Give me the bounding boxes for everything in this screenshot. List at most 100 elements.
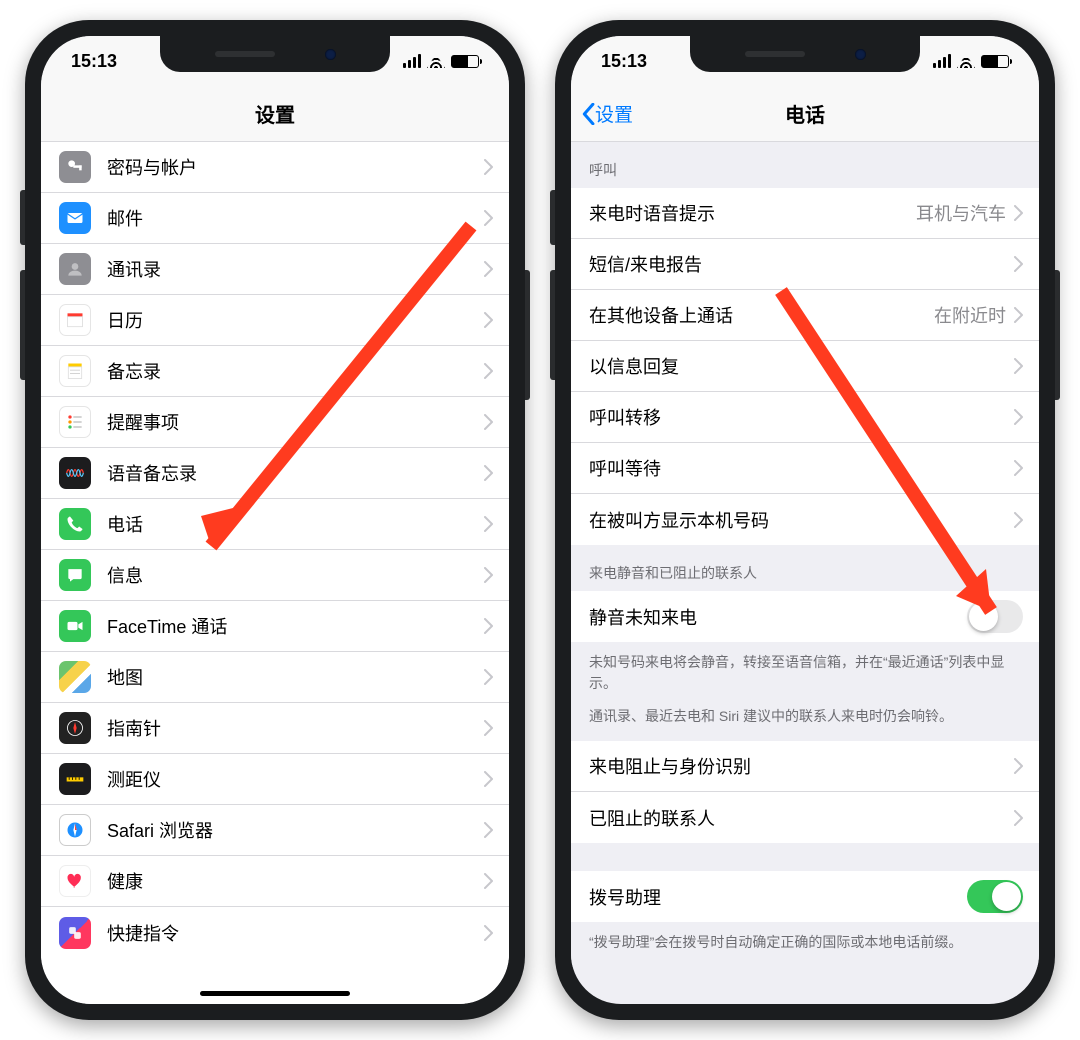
row-label: 日历: [107, 307, 484, 333]
chevron-right-icon: [484, 925, 493, 941]
phone-row[interactable]: 短信/来电报告: [571, 239, 1039, 290]
settings-row-notes[interactable]: 备忘录: [41, 346, 509, 397]
reminders-icon: [59, 406, 91, 438]
row-label: 信息: [107, 562, 484, 588]
chevron-right-icon: [484, 363, 493, 379]
phone-frame-right: 15:13 设置 电话 呼叫 来电时语音提示耳机与汽车短信/来电报告在其他设备上…: [555, 20, 1055, 1020]
messages-icon: [59, 559, 91, 591]
settings-row-maps[interactable]: 地图: [41, 652, 509, 703]
notes-icon: [59, 355, 91, 387]
settings-list[interactable]: 密码与帐户邮件通讯录日历备忘录提醒事项语音备忘录电话信息 FaceTime 通话地…: [41, 142, 509, 1004]
chevron-right-icon: [1014, 358, 1023, 374]
row-label: 来电时语音提示: [589, 200, 916, 226]
status-time: 15:13: [71, 51, 117, 72]
row-label: 来电阻止与身份识别: [589, 753, 1014, 779]
toggle-dial-assist[interactable]: [967, 880, 1023, 913]
row-label: FaceTime 通话: [107, 613, 484, 639]
phone-frame-left: 15:13 设置 密码与帐户邮件通讯录日历备忘录提醒事项语音备忘录电话信息 Fac…: [25, 20, 525, 1020]
row-label: 测距仪: [107, 766, 484, 792]
chevron-right-icon: [1014, 810, 1023, 826]
row-detail: 在附近时: [934, 302, 1006, 328]
chevron-right-icon: [1014, 307, 1023, 323]
settings-row-contacts[interactable]: 通讯录: [41, 244, 509, 295]
key-icon: [59, 151, 91, 183]
settings-row-voicememo[interactable]: 语音备忘录: [41, 448, 509, 499]
settings-row-safari[interactable]: Safari 浏览器: [41, 805, 509, 856]
chevron-right-icon: [1014, 460, 1023, 476]
row-label: 已阻止的联系人: [589, 805, 1014, 831]
chevron-right-icon: [484, 261, 493, 277]
dial-assist-footer: “拨号助理”会在拨号时自动确定正确的国际或本地电话前缀。: [571, 922, 1039, 967]
phone-row[interactable]: 来电时语音提示耳机与汽车: [571, 188, 1039, 239]
chevron-right-icon: [484, 567, 493, 583]
chevron-right-icon: [484, 618, 493, 634]
row-label: 备忘录: [107, 358, 484, 384]
phone-row[interactable]: 呼叫转移: [571, 392, 1039, 443]
row-label: 以信息回复: [589, 353, 1014, 379]
page-title: 设置: [255, 99, 295, 128]
chevron-right-icon: [484, 669, 493, 685]
phone-row[interactable]: 在被叫方显示本机号码: [571, 494, 1039, 545]
settings-row-measure[interactable]: 测距仪: [41, 754, 509, 805]
wifi-icon: [427, 54, 445, 68]
phone-row[interactable]: 以信息回复: [571, 341, 1039, 392]
chevron-right-icon: [1014, 512, 1023, 528]
chevron-right-icon: [484, 210, 493, 226]
chevron-right-icon: [484, 873, 493, 889]
row-label: 指南针: [107, 715, 484, 741]
chevron-right-icon: [484, 516, 493, 532]
settings-row-key[interactable]: 密码与帐户: [41, 142, 509, 193]
phone-row[interactable]: 在其他设备上通话在附近时: [571, 290, 1039, 341]
row-label: 在被叫方显示本机号码: [589, 507, 1014, 533]
row-silence-unknown-callers[interactable]: 静音未知来电: [571, 591, 1039, 642]
settings-row-phone[interactable]: 电话: [41, 499, 509, 550]
settings-row-health[interactable]: 健康: [41, 856, 509, 907]
shortcuts-icon: [59, 917, 91, 949]
row-label: 电话: [107, 511, 484, 537]
home-indicator[interactable]: [200, 991, 350, 996]
row-label: 语音备忘录: [107, 460, 484, 486]
back-button[interactable]: 设置: [581, 100, 633, 127]
navbar: 设置 电话: [571, 86, 1039, 142]
chevron-right-icon: [1014, 205, 1023, 221]
screen-left: 15:13 设置 密码与帐户邮件通讯录日历备忘录提醒事项语音备忘录电话信息 Fac…: [41, 36, 509, 1004]
group-header-calls: 呼叫: [571, 142, 1039, 188]
row-detail: 耳机与汽车: [916, 200, 1006, 226]
settings-row-compass[interactable]: 指南针: [41, 703, 509, 754]
chevron-right-icon: [1014, 758, 1023, 774]
group-header-silence: 来电静音和已阻止的联系人: [571, 545, 1039, 591]
row-dial-assist[interactable]: 拨号助理: [571, 871, 1039, 922]
row-label: 地图: [107, 664, 484, 690]
chevron-right-icon: [1014, 409, 1023, 425]
phone-settings-content[interactable]: 呼叫 来电时语音提示耳机与汽车短信/来电报告在其他设备上通话在附近时以信息回复呼…: [571, 142, 1039, 1004]
toggle-silence-unknown[interactable]: [967, 600, 1023, 633]
settings-row-reminders[interactable]: 提醒事项: [41, 397, 509, 448]
notch: [160, 36, 390, 72]
row-label: 呼叫等待: [589, 455, 1014, 481]
settings-row-shortcuts[interactable]: 快捷指令: [41, 907, 509, 958]
row-label: Safari 浏览器: [107, 817, 484, 843]
settings-row-messages[interactable]: 信息: [41, 550, 509, 601]
phone-row[interactable]: 来电阻止与身份识别: [571, 741, 1039, 792]
settings-row-calendar[interactable]: 日历: [41, 295, 509, 346]
navbar: 设置: [41, 86, 509, 142]
row-label: 健康: [107, 868, 484, 894]
chevron-right-icon: [484, 414, 493, 430]
mail-icon: [59, 202, 91, 234]
notch: [690, 36, 920, 72]
status-time: 15:13: [601, 51, 647, 72]
safari-icon: [59, 814, 91, 846]
facetime-icon: [59, 610, 91, 642]
measure-icon: [59, 763, 91, 795]
maps-icon: [59, 661, 91, 693]
phone-row[interactable]: 呼叫等待: [571, 443, 1039, 494]
chevron-right-icon: [484, 159, 493, 175]
phone-row[interactable]: 已阻止的联系人: [571, 792, 1039, 843]
screen-right: 15:13 设置 电话 呼叫 来电时语音提示耳机与汽车短信/来电报告在其他设备上…: [571, 36, 1039, 1004]
compass-icon: [59, 712, 91, 744]
settings-row-mail[interactable]: 邮件: [41, 193, 509, 244]
row-label: 静音未知来电: [589, 604, 967, 630]
row-label: 邮件: [107, 205, 484, 231]
battery-icon: [451, 55, 479, 68]
settings-row-facetime[interactable]: FaceTime 通话: [41, 601, 509, 652]
